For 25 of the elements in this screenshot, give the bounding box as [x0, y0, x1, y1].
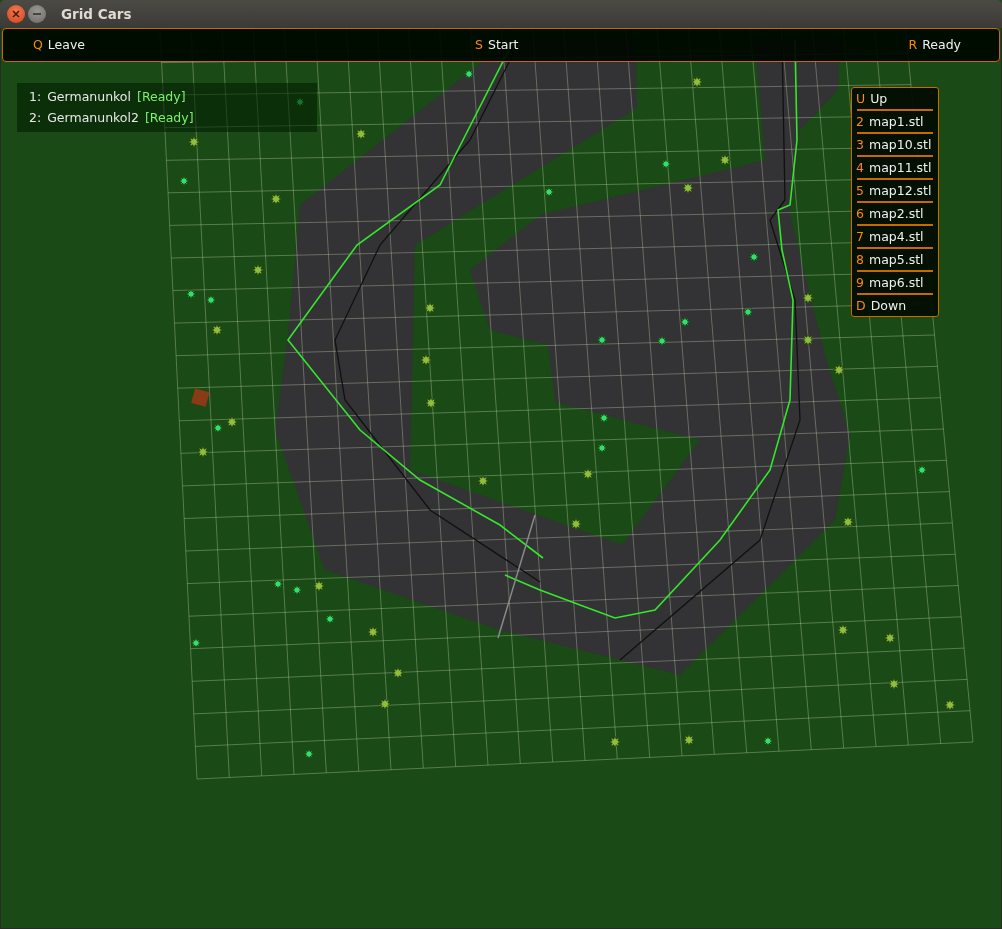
close-button[interactable] [7, 5, 25, 23]
map-menu-item[interactable]: 7 map4.stl [855, 227, 935, 246]
map-menu-item[interactable]: 2 map1.stl [855, 112, 935, 131]
minimize-button[interactable] [28, 5, 46, 23]
player-number: 1: [29, 88, 42, 106]
car [191, 388, 210, 407]
minimize-icon [33, 13, 41, 15]
player-name: Germanunkol [47, 88, 131, 106]
ready-status: [Ready] [137, 88, 186, 106]
map-menu-item[interactable]: 9 map6.stl [855, 273, 935, 292]
menu-action-button[interactable]: S Start [475, 35, 519, 55]
map-menu-item[interactable]: U Up [855, 89, 935, 108]
window-title: Grid Cars [61, 5, 132, 23]
map-menu-item[interactable]: 5 map12.stl [855, 181, 935, 200]
ready-status: [Ready] [144, 109, 194, 127]
close-icon [12, 10, 20, 18]
menu-action-button[interactable]: Q Leave [33, 35, 86, 55]
menu-action-button[interactable]: R Ready [908, 35, 961, 55]
map-menu-item[interactable]: 8 map5.stl [855, 250, 935, 269]
map-menu-item[interactable]: 6 map2.stl [855, 204, 935, 223]
map-menu-item[interactable]: 4 map11.stl [855, 158, 935, 177]
map-menu-item[interactable]: D Down [855, 296, 935, 315]
player-number: 2: [29, 109, 42, 127]
map-menu-item[interactable]: 3 map10.stl [855, 135, 935, 154]
player-name: Germanunkol2 [47, 109, 139, 127]
